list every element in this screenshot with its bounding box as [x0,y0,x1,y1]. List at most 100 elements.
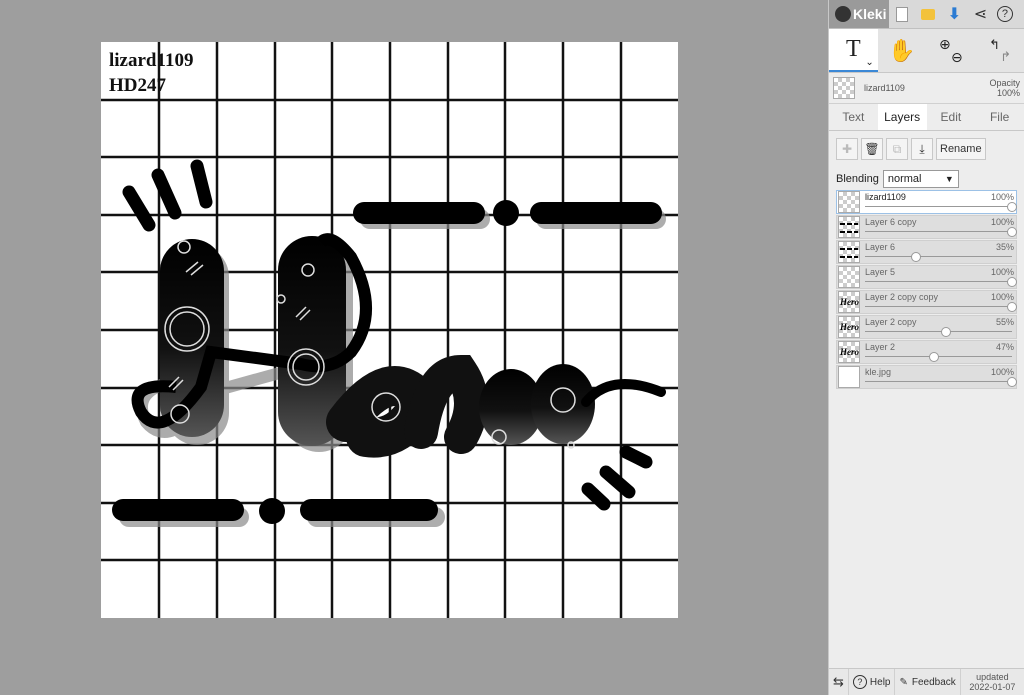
rename-layer-button[interactable]: Rename [936,138,986,160]
layer-item[interactable]: Hero Layer 2 copy copy 100% [836,290,1017,314]
layer-opacity-slider[interactable] [865,202,1017,212]
layer-name: Layer 2 copy copy [865,292,939,302]
blending-label: Blending [836,173,879,185]
slider-knob[interactable] [1007,302,1017,312]
layer-item[interactable]: kle.jpg 100% [836,365,1017,389]
layer-name: Layer 6 copy [865,217,917,227]
layer-item[interactable]: Layer 6 35% [836,240,1017,264]
canvas-text-line2: HD247 [109,75,166,96]
swap-panel-button[interactable]: ⇆ [829,669,849,695]
layer-opacity-slider[interactable] [865,227,1017,237]
layer-item[interactable]: lizard1109 100% [836,190,1017,214]
share-button[interactable]: ⋖ [967,0,993,28]
hand-icon: ✋ [888,37,916,63]
layer-opacity: 100% [990,192,1014,202]
updated-info: updated 2022-01-07 [961,672,1024,692]
app-name: Kleki [853,6,887,22]
folder-icon [921,8,936,20]
drawing-canvas[interactable]: lizard1109 HD247 [101,42,678,618]
help-icon: ? [852,675,867,689]
layer-item[interactable]: Layer 5 100% [836,265,1017,289]
layer-item[interactable]: Layer 6 copy 100% [836,215,1017,239]
layer-name: Layer 2 [865,342,896,352]
canvas-workspace[interactable]: lizard1109 HD247 [0,0,828,695]
redo-icon[interactable]: ↱ [1000,49,1011,65]
text-tool-button[interactable]: T ⌄ [829,29,878,72]
slider-knob[interactable] [1007,202,1017,212]
undo-icon[interactable]: ↰ [989,37,1000,53]
tab-text[interactable]: Text [829,104,878,130]
canvas-text-line1: lizard1109 [109,50,194,71]
layer-name: lizard1109 [865,192,906,202]
slider-knob[interactable] [911,252,922,262]
layer-opacity: 100% [990,267,1014,277]
app-logo[interactable]: Kleki [829,0,890,28]
duplicate-layer-button[interactable]: ⧉ [886,138,908,160]
help-button[interactable]: ? [993,0,1019,28]
tab-edit[interactable]: Edit [927,104,976,130]
open-image-button[interactable] [915,0,941,28]
layer-name: kle.jpg [865,367,892,377]
current-layer-opacity: Opacity 100% [989,78,1020,98]
thumbnail-hero-lettering: Hero [840,297,859,307]
layer-opacity: 100% [990,217,1014,227]
tool-row: T ⌄ ✋ ⊕ ⊖ ↰ ↱ [829,29,1024,73]
layer-opacity-slider[interactable] [865,277,1017,287]
layer-opacity: 100% [990,292,1014,302]
text-tool-icon: T [846,36,861,62]
canvas-artwork [101,42,678,618]
layer-opacity-slider[interactable] [865,327,1012,337]
layer-list: lizard1109 100% Layer 6 copy 100% Layer 6 3… [836,190,1017,390]
slider-knob[interactable] [1007,227,1017,237]
slider-knob[interactable] [1007,277,1017,287]
tab-file[interactable]: File [975,104,1024,130]
blending-select[interactable]: normal ▼ [882,170,959,188]
opacity-value: 100% [996,88,1020,98]
updated-date: 2022-01-07 [969,682,1016,692]
chevron-down-icon[interactable]: ⌄ [865,57,873,68]
layer-opacity-slider[interactable] [865,302,1017,312]
feedback-link[interactable]: ✎ Feedback [895,669,961,695]
feedback-label: Feedback [911,676,956,688]
plus-icon: ✚ [841,142,853,156]
slider-knob[interactable] [940,327,951,337]
layer-name: Layer 5 [865,267,896,277]
layer-name: Layer 2 copy [865,317,917,327]
panel-footer: ⇆ ? Help ✎ Feedback updated 2022-01-07 [829,668,1024,695]
current-layer-header: lizard1109 Opacity 100% [829,73,1024,104]
thumbnail-hero-lettering: Hero [840,322,859,332]
layer-opacity-slider[interactable] [865,352,1012,362]
merge-down-icon: ⤓ [919,141,925,156]
help-label: Help [869,676,891,688]
layer-opacity: 47% [995,342,1014,352]
slider-knob[interactable] [1007,377,1017,387]
tab-layers[interactable]: Layers [877,104,927,130]
zoom-in-icon[interactable]: ⊕ [939,36,951,53]
save-button[interactable]: ⬇ [941,0,967,28]
zoom-out-icon[interactable]: ⊖ [951,49,963,66]
merge-layer-button[interactable]: ⤓ [911,138,933,160]
layer-opacity: 35% [995,242,1014,252]
trash-icon: 🗑 [864,142,880,156]
layer-item[interactable]: Hero Layer 2 copy 55% [836,315,1017,339]
hand-tool-button[interactable]: ✋ [878,29,927,72]
new-image-button[interactable] [889,0,915,28]
updated-label: updated [976,672,1009,682]
help-link[interactable]: ? Help [849,669,896,695]
duplicate-icon: ⧉ [892,141,902,156]
layer-name: Layer 6 [865,242,896,252]
layer-opacity-slider[interactable] [865,377,1017,387]
chevron-down-icon: ▼ [944,174,954,184]
add-layer-button[interactable]: ✚ [836,138,858,160]
slider-knob[interactable] [929,352,940,362]
delete-layer-button[interactable]: 🗑 [861,138,883,160]
layer-opacity-slider[interactable] [865,252,1012,262]
layer-thumbnail: Hero [838,341,860,363]
layer-opacity: 100% [990,367,1014,377]
canvas-text-overlay: lizard1109 HD247 [109,48,193,98]
panel-tabs: Text Layers Edit File [829,104,1024,131]
layer-item[interactable]: Hero Layer 2 47% [836,340,1017,364]
current-layer-name: lizard1109 [864,83,905,93]
undo-redo-buttons: ↰ ↱ [975,29,1024,72]
download-icon: ⬇ [947,6,962,23]
